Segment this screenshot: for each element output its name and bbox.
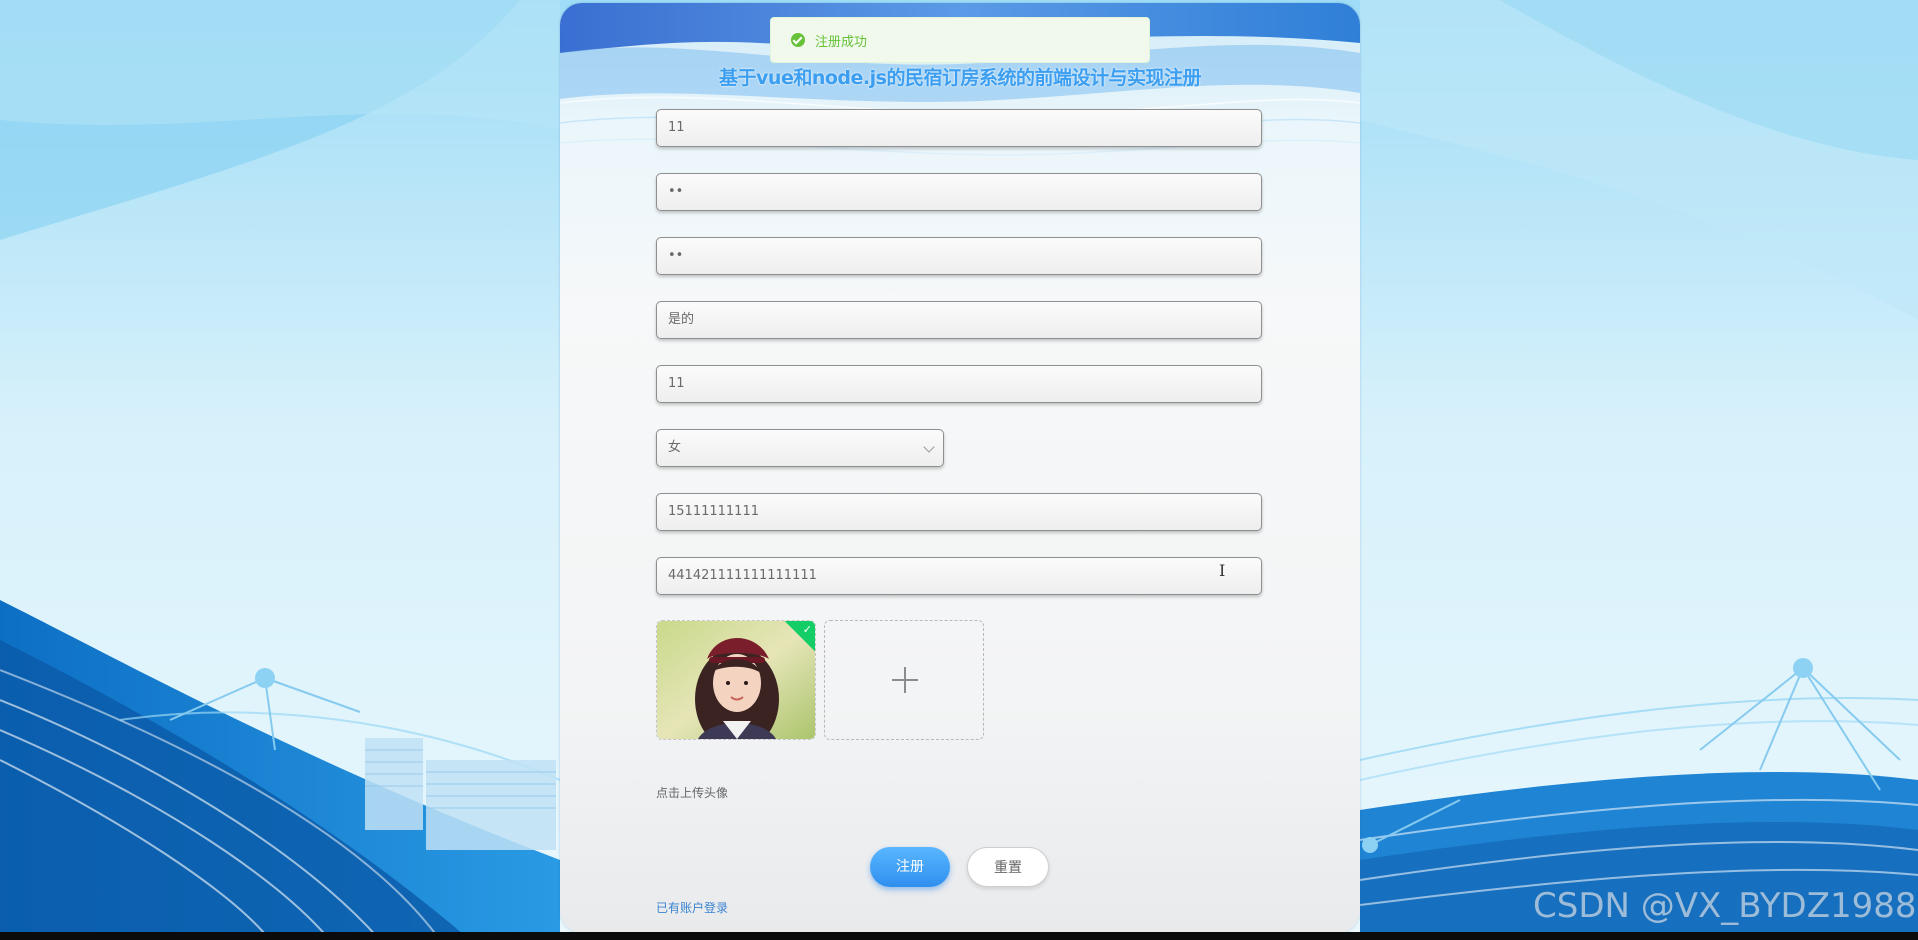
phone-input[interactable]: 15111111111 bbox=[656, 493, 1262, 531]
chevron-down-icon bbox=[923, 441, 935, 453]
uploaded-avatar[interactable]: ✓ bbox=[656, 620, 816, 740]
page-title: 基于vue和node.js的民宿订房系统的前端设计与实现注册 bbox=[719, 67, 1201, 89]
register-button[interactable]: 注册 bbox=[870, 847, 950, 887]
reset-button[interactable]: 重置 bbox=[967, 847, 1049, 887]
success-toast: 注册成功 bbox=[770, 17, 1150, 63]
text-cursor-icon: I bbox=[1219, 561, 1226, 580]
bottom-bar bbox=[0, 932, 1918, 940]
account-input[interactable]: 11 bbox=[656, 109, 1262, 147]
age-input[interactable]: 11 bbox=[656, 365, 1262, 403]
gender-select-value: 女 bbox=[668, 440, 682, 455]
success-check-icon bbox=[791, 33, 805, 47]
avatar-photo bbox=[657, 621, 815, 739]
password-input[interactable]: •• bbox=[656, 173, 1262, 211]
login-link[interactable]: 已有账户登录 bbox=[656, 899, 728, 916]
confirm-password-input[interactable]: •• bbox=[656, 237, 1262, 275]
toast-message: 注册成功 bbox=[815, 34, 868, 50]
name-input[interactable]: 是的 bbox=[656, 301, 1262, 339]
register-card: 基于vue和node.js的民宿订房系统的前端设计与实现注册 11 •• •• … bbox=[560, 3, 1360, 933]
avatar-upload-button[interactable] bbox=[824, 620, 984, 740]
upload-hint-text: 点击上传头像 bbox=[656, 786, 729, 800]
watermark: CSDN @VX_BYDZ1988 bbox=[1533, 886, 1917, 926]
gender-select[interactable]: 女 bbox=[656, 429, 944, 467]
check-icon: ✓ bbox=[802, 623, 812, 636]
id-card-input[interactable]: 441421111111111111 bbox=[656, 557, 1262, 595]
